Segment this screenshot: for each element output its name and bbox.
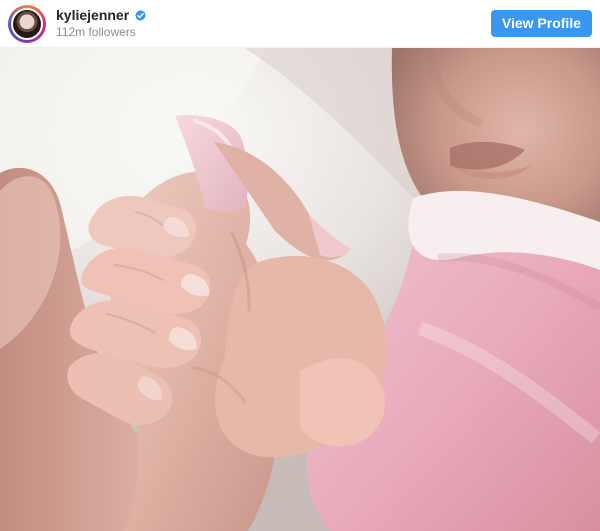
instagram-embed-card: kyliejenner 112m followers View Profile — [0, 0, 600, 531]
username-row: kyliejenner — [56, 7, 147, 24]
profile-identity: kyliejenner 112m followers — [56, 7, 147, 40]
username[interactable]: kyliejenner — [56, 7, 129, 24]
post-photo[interactable] — [0, 48, 600, 531]
post-photo-art — [0, 48, 600, 531]
follower-count: 112m followers — [56, 25, 136, 39]
post-header: kyliejenner 112m followers View Profile — [0, 0, 600, 48]
avatar-ring[interactable] — [8, 4, 46, 43]
verified-badge-icon — [135, 9, 146, 22]
view-profile-button[interactable]: View Profile — [490, 10, 592, 37]
profile-avatar[interactable] — [11, 7, 43, 40]
